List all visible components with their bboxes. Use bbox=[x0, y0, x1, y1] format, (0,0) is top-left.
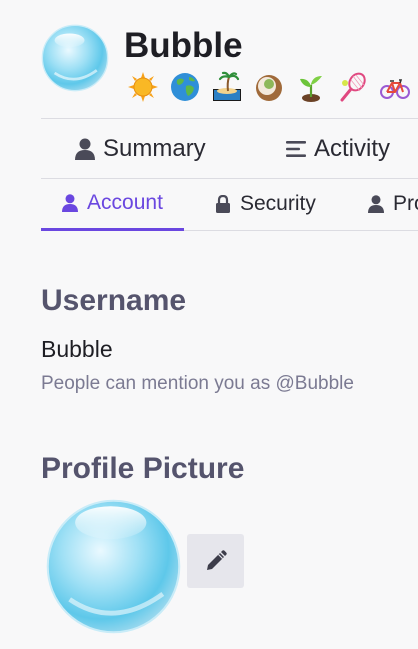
settings-tabs: Account Security Pro bbox=[41, 178, 418, 231]
coconut-icon bbox=[256, 75, 282, 101]
pencil-icon bbox=[206, 550, 227, 570]
nav-summary[interactable]: Summary bbox=[75, 119, 206, 178]
display-name: Bubble bbox=[124, 26, 243, 65]
menu-lines-icon bbox=[286, 140, 306, 157]
mention-hint: People can mention you as @Bubble bbox=[41, 373, 354, 394]
seedling-icon bbox=[300, 76, 322, 102]
emoji-badges bbox=[127, 71, 418, 103]
sun-icon bbox=[128, 72, 158, 102]
tab-profile[interactable]: Pro bbox=[368, 178, 418, 230]
nav-activity[interactable]: Activity bbox=[286, 119, 390, 178]
tab-security[interactable]: Security bbox=[215, 178, 316, 230]
profile-header: Bubble bbox=[41, 22, 418, 102]
tennis-icon bbox=[340, 72, 366, 102]
avatar[interactable] bbox=[41, 24, 109, 92]
user-icon bbox=[368, 195, 384, 213]
user-icon bbox=[75, 138, 95, 160]
edit-profile-picture-button[interactable] bbox=[187, 534, 244, 588]
username-value: Bubble bbox=[41, 336, 113, 362]
user-icon bbox=[62, 194, 79, 212]
tab-profile-label: Pro bbox=[393, 192, 418, 215]
tab-account-label: Account bbox=[87, 191, 163, 214]
lock-icon bbox=[216, 195, 230, 213]
primary-nav: Summary Activity bbox=[41, 118, 418, 179]
desert-island-icon bbox=[213, 71, 241, 101]
username-heading: Username bbox=[41, 284, 187, 317]
nav-summary-label: Summary bbox=[103, 134, 206, 162]
tab-account[interactable]: Account bbox=[41, 178, 184, 231]
profile-picture-heading: Profile Picture bbox=[41, 452, 245, 485]
globe-icon bbox=[171, 73, 199, 101]
tab-security-label: Security bbox=[240, 192, 316, 215]
profile-picture bbox=[46, 499, 181, 634]
nav-activity-label: Activity bbox=[314, 134, 391, 162]
bicycle-icon bbox=[380, 79, 410, 99]
